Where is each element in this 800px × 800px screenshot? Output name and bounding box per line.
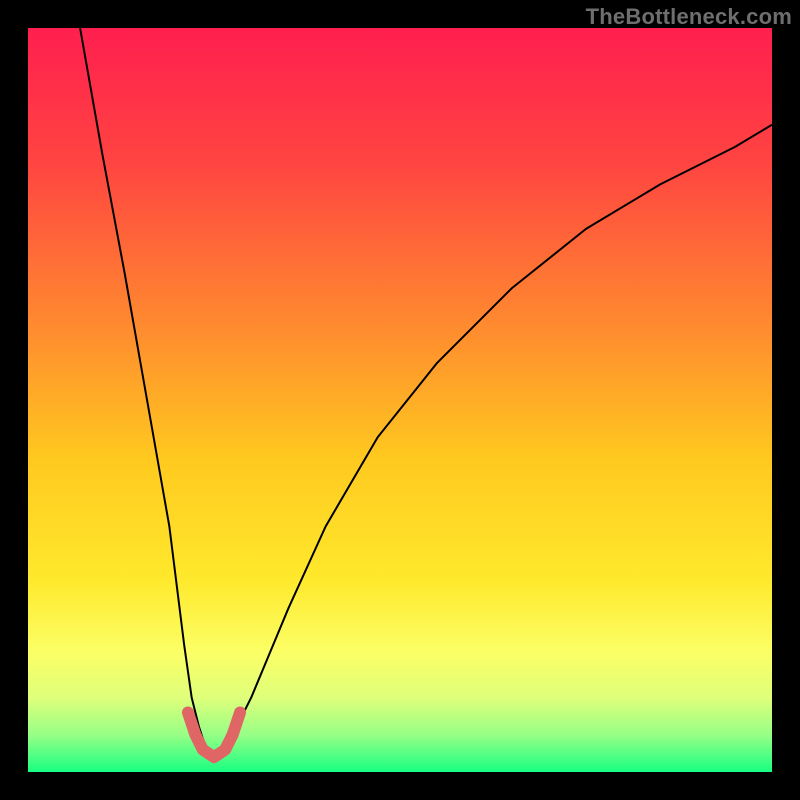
chart-frame (28, 28, 772, 772)
watermark-label: TheBottleneck.com (586, 4, 792, 30)
gradient-background (28, 28, 772, 772)
chart-plot (28, 28, 772, 772)
